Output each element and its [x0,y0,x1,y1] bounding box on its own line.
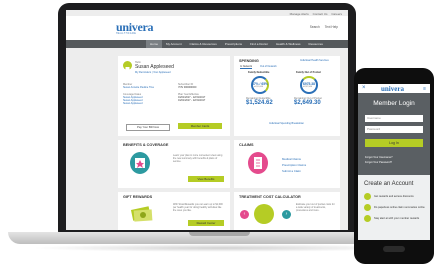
benefits-title: BENEFITS & COVERAGE [123,143,169,147]
remaining-oop-value: $2,649.30 [294,100,321,106]
coverage-value[interactable]: Susan Appleseed [123,102,142,105]
nav-resources[interactable]: Resources [305,40,327,48]
forgot-username-link[interactable]: Forgot Your Username? [365,156,393,159]
login-title: Member Login [373,100,415,107]
phone-home-bar [383,246,405,252]
phone-logo[interactable]: univera [381,85,404,93]
member-name: Susan Appleseed [135,64,174,70]
submit-claim-link[interactable]: Submit a Claim [282,169,301,173]
benefits-card-icon [130,152,150,174]
calculator-icon [254,204,274,224]
remaining-deductible-value: $1,524.62 [246,100,273,106]
pay-bill-button[interactable]: Pay Your Bill Now [126,124,170,131]
nav-claims[interactable]: Claims & Resources [186,40,221,48]
reward-center-button[interactable]: Reward Center [188,220,224,226]
site-header: univera HEALTHCARE Search Text Help [66,16,348,40]
header-links: Search Text Help [306,25,338,29]
gift-rewards-text: With SmartRewards you can earn up to $1,… [173,203,223,213]
create-item: Do paperless online claim summaries onli… [364,204,425,211]
nav-my-account[interactable]: My Account [162,40,186,48]
nav-find-doctor[interactable]: Find a Doctor [246,40,272,48]
claims-icon [248,152,268,174]
family-deductible-of: of $1,000 [254,86,264,88]
member-value: Susan Annette Pauline Tina [123,86,154,89]
create-account-title: Create an Account [364,181,414,187]
treatment-title: TREATMENT COST CALCULATOR [239,195,301,199]
menu-icon[interactable]: ≡ [423,86,426,92]
arrow-right-icon[interactable]: › [282,210,291,219]
rewards-icon [364,193,371,200]
nav-health[interactable]: Health & Wellness [272,40,304,48]
spending-breakdown-link[interactable]: Individual Spending Breakdown [269,122,304,125]
create-item: Stay alert at with your member rewards [364,215,419,222]
alert-icon [364,215,371,222]
phone-login-panel: Member Login Username Password Log In Fo… [358,93,430,175]
username-field[interactable]: Username [365,115,423,122]
laptop-shadow [30,244,410,252]
gift-rewards-card: GIFT REWARDS With SmartRewards you can e… [118,192,230,230]
family-deductible-label: Family Deductible [248,71,270,74]
prescription-claims-link[interactable]: Prescription Claims [282,163,306,167]
nav-home[interactable]: Home [146,40,163,48]
login-button[interactable]: Log In [365,139,423,147]
arrow-left-icon[interactable]: ‹ [240,210,249,219]
money-icon [130,204,154,224]
benefits-card: BENEFITS & COVERAGE Learn your plan in m… [118,140,230,188]
create-account-panel: Create an Account Get rewards and access… [358,175,430,240]
laptop-notch [189,232,250,236]
family-oop-label: Family Out of Pocket [296,71,321,74]
badge-icon [123,61,132,72]
password-field[interactable]: Password [365,126,423,133]
tab-out-network[interactable]: Out of Network [260,65,277,68]
claims-title: CLAIMS [239,143,254,147]
forgot-password-link[interactable]: Forgot Your Password? [365,161,392,164]
spending-title: SPENDING [239,59,259,63]
phone-screen: × univera ≡ Member Login Username Passwo… [358,84,430,240]
family-oop-of: of $2,500 [303,86,313,88]
close-icon[interactable]: × [362,85,366,91]
text-help-link[interactable]: Text Help [325,25,338,29]
member-cards-button[interactable]: Member Cards [178,123,222,129]
claims-card: CLAIMS Medical Claims Prescription Claim… [234,140,340,188]
member-card: Hello Susan Appleseed My Reminders | You… [118,56,230,136]
laptop-screen: Manage Alerts Contact Us Careers univera… [66,10,348,230]
medical-claims-link[interactable]: Medical Claims [282,157,301,161]
spending-card: SPENDING Individual Health Services In N… [234,56,340,136]
plan-year-value: 01/01/2017 - 12/31/2017 [178,99,206,102]
paperless-icon [364,204,371,211]
search-link[interactable]: Search [310,25,320,29]
subscriber-value: YNV 000000000 [178,86,197,89]
member-links[interactable]: My Reminders | Your Appleseed [135,71,171,74]
view-benefits-button[interactable]: View Benefits [188,176,224,182]
create-item: Get rewards and access discounts [364,193,414,200]
benefits-text: Learn your plan in more convenient view … [173,154,223,164]
spending-link[interactable]: Individual Health Services [300,59,329,62]
logo-subtitle: HEALTHCARE [116,33,137,35]
main-nav: Home My Account Claims & Resources Presc… [66,40,348,48]
gift-rewards-title: GIFT REWARDS [123,195,153,199]
treatment-text: Estimate your out of pocket costs for a … [296,203,335,213]
treatment-calculator-card: TREATMENT COST CALCULATOR ‹ › Estimate y… [234,192,340,230]
tab-in-network[interactable]: In Network [240,65,252,69]
nav-prescriptions[interactable]: Prescriptions [221,40,246,48]
